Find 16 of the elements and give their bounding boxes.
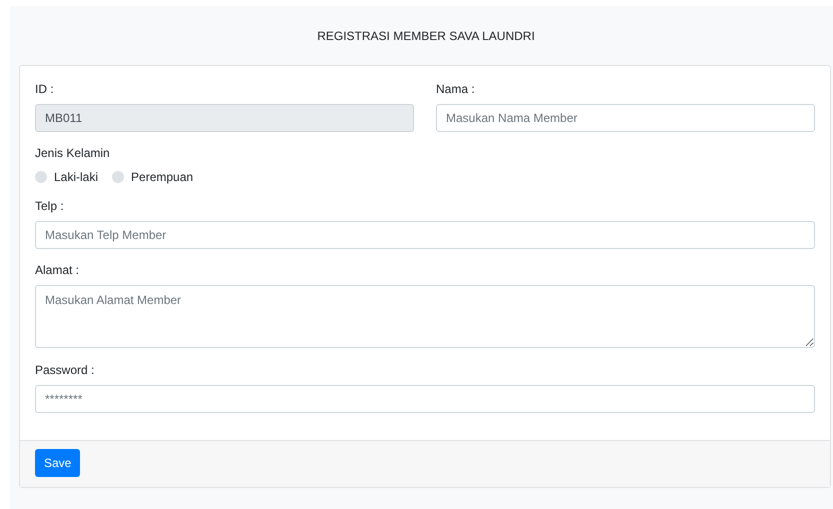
page-title: REGISTRASI MEMBER SAVA LAUNDRI: [317, 28, 535, 44]
radio-button[interactable]: [35, 171, 47, 183]
field-label: Alamat :: [35, 262, 80, 278]
field-label: ID :: [35, 81, 55, 97]
field-label: Jenis Kelamin: [35, 145, 111, 161]
name-field[interactable]: Masukan Nama Member: [436, 104, 815, 132]
field-label: Password :: [35, 362, 96, 378]
password-field[interactable]: ********: [35, 385, 815, 413]
save-button[interactable]: Save: [35, 449, 80, 477]
radio-button[interactable]: [112, 171, 124, 183]
phone-field[interactable]: Masukan Telp Member: [35, 221, 815, 249]
address-field[interactable]: Masukan Alamat Member: [35, 285, 815, 348]
radio-label: Perempuan: [131, 169, 194, 186]
field-label: Telp :: [35, 198, 65, 214]
radio-label: Laki-laki: [54, 169, 98, 186]
field-label: Nama :: [436, 81, 476, 97]
